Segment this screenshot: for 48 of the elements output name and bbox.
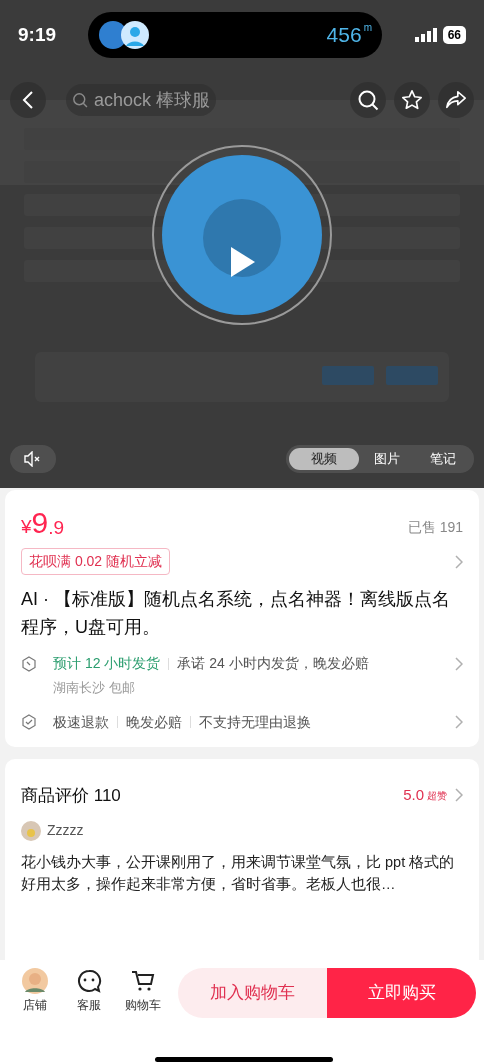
promo-tag: 花呗满 0.02 随机立减 [21,548,171,575]
product-title: AI · 【标准版】随机点名系统，点名神器！离线版点名程序，U盘可用。 [21,588,451,639]
search-field[interactable]: achock 棒球服 [66,84,217,116]
price-currency: ¥ [21,517,32,536]
media-tab[interactable]: 图片 [359,448,415,470]
avatar-icon [98,20,150,50]
clock-icon [21,655,37,672]
buy-now-button[interactable]: 立即购买 [327,968,476,1018]
review-text: 花小钱办大事，公开课刚用了，用来调节课堂气氛，比 ppt 格式的好用太多，操作起来非常方便，省时省事。老板人也很… [21,853,456,894]
distance-value: 456 [326,22,362,49]
avatar-icon [21,820,41,841]
review-score: 5.0 [403,785,424,805]
sold-count: 已售 191 [407,518,463,537]
distance-unit: m [363,21,372,35]
guarantee-text: 不支持无理由退换 [199,712,311,732]
shipping-estimate: 预计 12 小时发货 [53,654,161,673]
chevron-right-icon [455,656,463,671]
chevron-right-icon [455,788,463,803]
media-tab[interactable]: 视频 [289,448,359,470]
shield-check-icon [21,714,37,730]
signal-icon [414,28,437,42]
price-decimal: .9 [48,518,65,537]
battery-level: 66 [442,26,466,44]
mute-button[interactable] [10,445,56,473]
chevron-right-icon [455,715,463,729]
avatar-icon [22,968,48,994]
shipping-promise: 承诺 24 小时内发货，晚发必赔 [177,654,369,673]
search-icon [357,89,379,111]
review-title: 商品评价 110 [21,784,121,807]
shipping-origin: 湖南长沙 包邮 [53,679,136,697]
status-time: 9:19 [18,22,58,47]
bottom-bar-item[interactable]: 客服 [62,968,116,1014]
bottom-bar-item[interactable]: 店铺 [8,968,62,1014]
share-icon [445,89,467,111]
reviewer-name: Zzzzz [47,821,84,840]
media-tab[interactable]: 笔记 [415,448,471,470]
chat-icon [76,968,102,994]
star-icon [401,89,423,111]
search-icon [72,92,88,108]
chevron-right-icon [455,554,463,569]
price-integer: 9 [31,508,49,538]
muted-speaker-icon [24,451,42,467]
review-score-label: 超赞 [427,788,447,803]
bottom-bar-item[interactable]: 购物车 [116,968,170,1014]
guarantee-text: 晚发必赔 [126,712,182,732]
add-to-cart-button[interactable]: 加入购物车 [178,968,327,1018]
back-icon [22,91,34,109]
guarantee-text: 极速退款 [53,712,109,732]
